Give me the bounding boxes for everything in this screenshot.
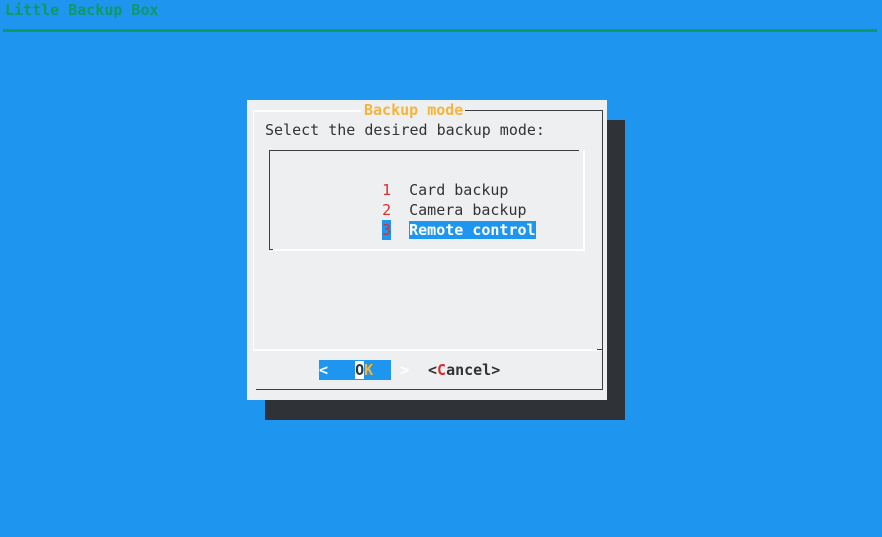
menu-box-right [583,150,585,250]
backtitle-divider [3,29,877,32]
menu-item-remote-control[interactable]: 3 Remote control [346,200,536,240]
menu-box-left [269,150,270,250]
button-separator [253,349,602,351]
cancel-button[interactable]: <Cancel> [428,360,500,380]
dialog-frame-bottom [256,389,603,390]
dialog-title: Backup mode [364,101,464,119]
dialog-frame-right [602,110,603,390]
backtitle: Little Backup Box [5,1,159,19]
dialog-frame-left [253,110,254,350]
cancel-button-right-bracket: > [491,361,501,379]
dialog-frame-top-right [465,110,603,111]
ok-button[interactable]: < OK > [319,360,409,380]
ok-button-left-bracket: < [319,361,329,379]
menu-item-card-backup[interactable]: 1 Card backup [346,160,508,199]
ok-button-first-letter: O [355,361,365,379]
ok-button-hotkey: K [364,361,374,379]
menu-item-tag: 3 [382,220,392,240]
cancel-button-left-bracket: < [428,361,438,379]
cancel-button-hotkey: C [437,361,447,379]
menu-box-top [269,150,579,151]
ok-button-right-bracket: > [400,361,410,379]
menu-item-camera-backup[interactable]: 2 Camera backup [346,180,526,219]
dialog-prompt: Select the desired backup mode: [265,121,545,139]
menu-box-bottom [273,249,585,251]
menu-item-label: Remote control [409,221,536,239]
button-separator-tick [597,349,603,350]
terminal-screen: Little Backup Box Backup mode Select the… [0,0,882,537]
dialog-frame-top-left [253,110,361,112]
cancel-button-label: ancel [446,361,492,379]
